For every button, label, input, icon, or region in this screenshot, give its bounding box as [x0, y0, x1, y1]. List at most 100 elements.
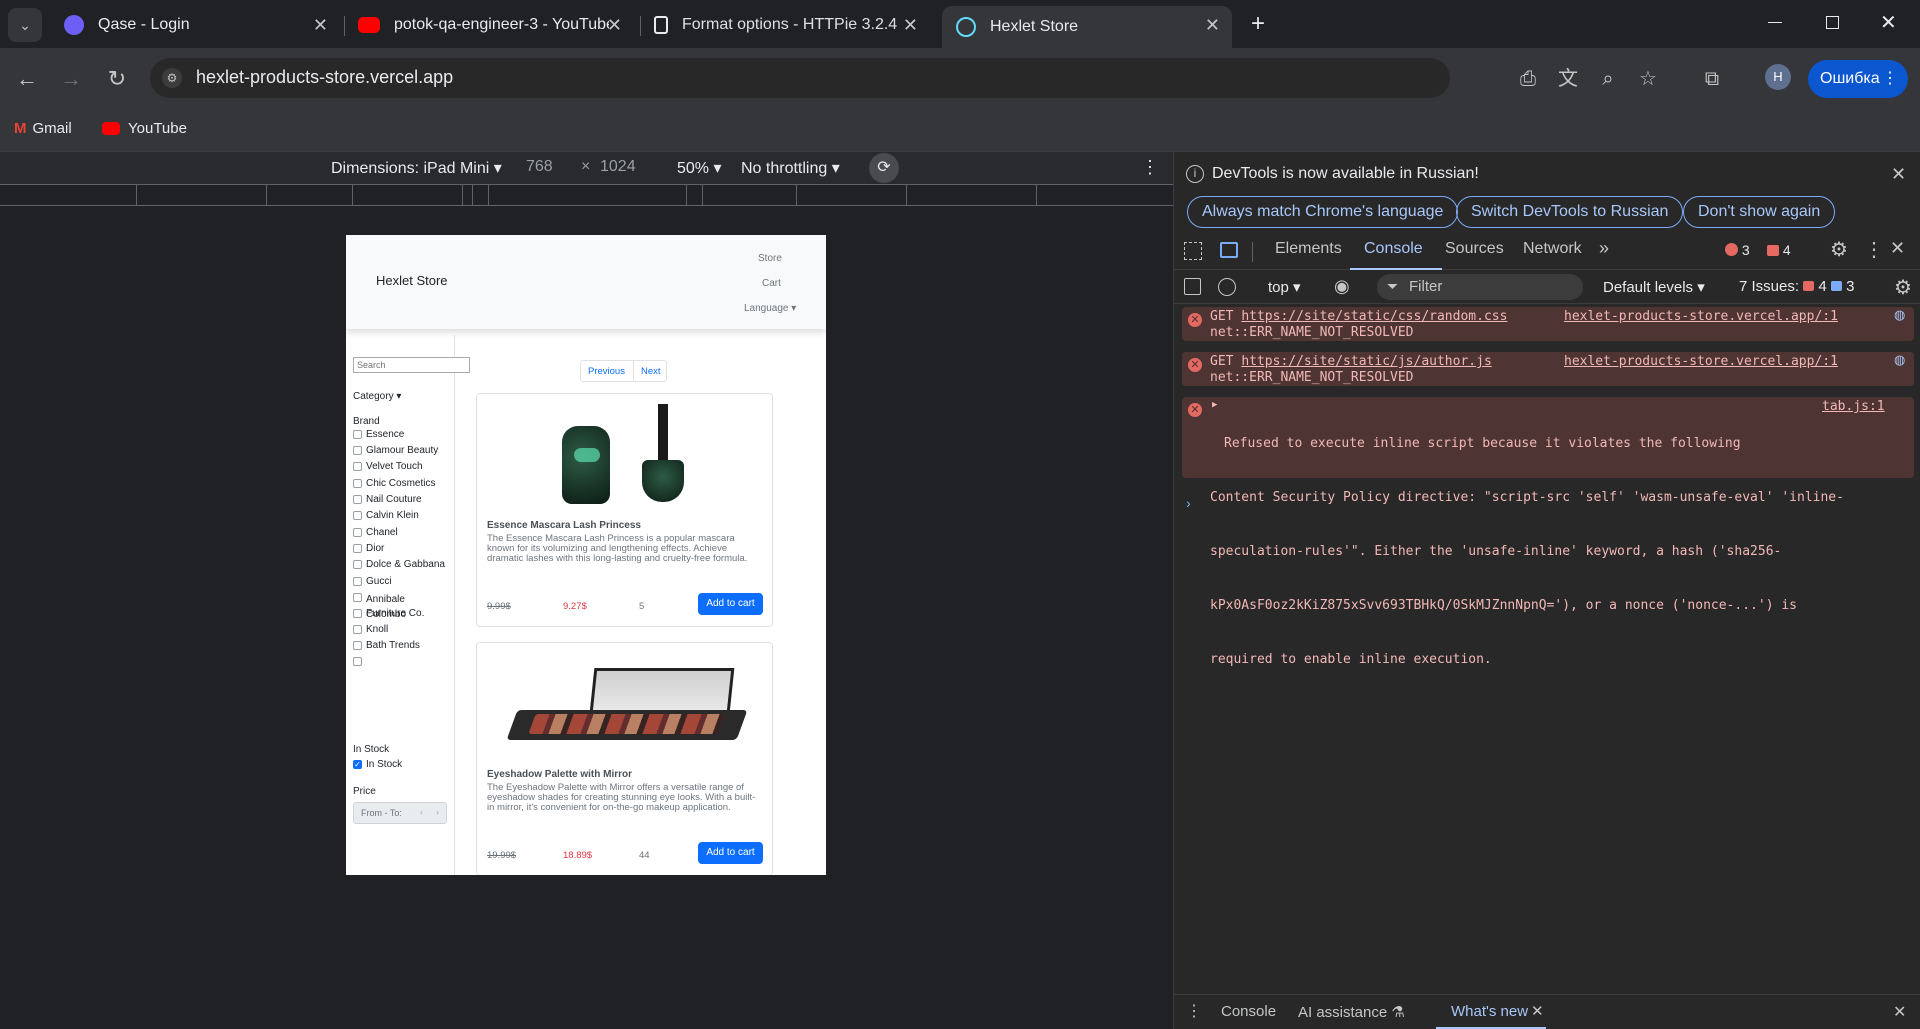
translate-icon[interactable]: 文: [1554, 65, 1582, 93]
zoom-icon[interactable]: ⌕: [1594, 65, 1622, 93]
error-button[interactable]: Ошибка ⋮: [1808, 60, 1908, 98]
window-close-button[interactable]: ✕: [1880, 10, 1897, 35]
add-to-cart-button[interactable]: Add to cart: [698, 842, 763, 864]
zoom-select[interactable]: 50% ▾: [677, 158, 722, 178]
source-link[interactable]: hexlet-products-store.vercel.app/:1: [1564, 309, 1838, 324]
bookmark-star-icon[interactable]: ☆: [1634, 65, 1662, 93]
clear-console-icon[interactable]: [1218, 278, 1236, 296]
brand-checkbox[interactable]: Dolce & Gabbana: [353, 559, 445, 570]
bookmark-youtube[interactable]: YouTube: [102, 120, 187, 137]
drawer-tab-whats-new[interactable]: What's new: [1451, 1003, 1528, 1020]
category-dropdown[interactable]: Category ▾: [353, 391, 401, 402]
dont-show-again-button[interactable]: Don't show again: [1683, 196, 1836, 228]
throttling-select[interactable]: No throttling ▾: [741, 158, 840, 178]
restore-button[interactable]: [1826, 16, 1839, 29]
sidebar-toggle-icon[interactable]: [1184, 278, 1201, 295]
live-expression-icon[interactable]: ◉: [1334, 276, 1350, 297]
brand-checkbox[interactable]: Furniture Co.: [353, 608, 424, 619]
brand-checkbox[interactable]: Velvet Touch: [353, 461, 423, 472]
more-vert-icon[interactable]: ⋮: [1141, 157, 1159, 178]
tab-console[interactable]: Console: [1364, 240, 1423, 258]
tab-youtube[interactable]: potok-qa-engineer-3 - YouTube ✕: [344, 6, 634, 44]
filter-input[interactable]: ⏷ Filter: [1377, 274, 1583, 300]
add-to-cart-button[interactable]: Add to cart: [698, 593, 763, 615]
console-prompt-icon[interactable]: ›: [1186, 495, 1191, 511]
height-input[interactable]: 1024: [600, 158, 636, 176]
site-info-icon[interactable]: ⚙: [162, 68, 182, 88]
device-toggle-icon[interactable]: [1220, 242, 1238, 258]
warning-count-badge[interactable]: 4: [1767, 242, 1791, 258]
nav-cart-link[interactable]: Cart: [762, 278, 781, 289]
close-icon[interactable]: ✕: [1891, 164, 1906, 185]
inspect-icon[interactable]: [1184, 242, 1202, 260]
close-drawer-icon[interactable]: ✕: [1893, 1002, 1906, 1022]
reload-button[interactable]: ↻: [100, 62, 134, 96]
levels-select[interactable]: Default levels ▾: [1603, 278, 1705, 296]
minimize-button[interactable]: [1768, 12, 1788, 32]
price-range-input[interactable]: From - To:: [361, 808, 402, 818]
in-stock-checkbox[interactable]: ✓ In Stock: [353, 759, 402, 770]
console-settings-icon[interactable]: ⚙: [1894, 275, 1912, 300]
source-link[interactable]: hexlet-products-store.vercel.app/:1: [1564, 354, 1838, 369]
close-icon[interactable]: ✕: [1890, 238, 1905, 259]
resource-link[interactable]: https://site/static/js/author.js: [1241, 354, 1491, 369]
close-icon[interactable]: ✕: [1205, 15, 1220, 36]
brand-checkbox[interactable]: Nail Couture: [353, 494, 422, 505]
back-button[interactable]: ←: [10, 62, 44, 96]
brand-checkbox[interactable]: [353, 656, 366, 667]
brand-checkbox[interactable]: Gucci: [353, 576, 392, 587]
more-vert-icon[interactable]: ⋮: [1864, 237, 1884, 262]
tab-qase[interactable]: Qase - Login ✕: [50, 6, 340, 44]
settings-icon[interactable]: ⚙: [1830, 237, 1848, 262]
price-next-icon[interactable]: ›: [436, 807, 439, 817]
resource-link[interactable]: https://site/static/css/random.css: [1241, 309, 1507, 324]
brand-checkbox[interactable]: Essence: [353, 429, 404, 440]
network-icon[interactable]: ◍: [1894, 353, 1905, 368]
search-input[interactable]: [353, 357, 470, 373]
avatar[interactable]: H: [1765, 64, 1791, 90]
next-page-button[interactable]: Next: [641, 366, 661, 377]
tab-hexlet-store[interactable]: Hexlet Store ✕: [942, 6, 1232, 48]
rotate-icon[interactable]: ⟳: [869, 153, 899, 183]
tab-elements[interactable]: Elements: [1275, 240, 1342, 258]
previous-page-button[interactable]: Previous: [588, 366, 625, 377]
brand-checkbox[interactable]: Knoll: [353, 624, 388, 635]
close-icon[interactable]: ✕: [903, 15, 918, 36]
new-tab-button[interactable]: +: [1244, 10, 1272, 38]
close-icon[interactable]: ✕: [313, 15, 328, 36]
more-vert-icon[interactable]: ⋮: [1186, 1001, 1202, 1021]
brand-checkbox[interactable]: Calvin Klein: [353, 510, 419, 521]
more-tabs-icon[interactable]: »: [1599, 238, 1609, 259]
brand-checkbox[interactable]: Chanel: [353, 527, 398, 538]
brand-checkbox[interactable]: Dior: [353, 543, 384, 554]
store-brand[interactable]: Hexlet Store: [376, 273, 448, 288]
context-select[interactable]: top ▾: [1268, 278, 1301, 296]
switch-to-russian-button[interactable]: Switch DevTools to Russian: [1456, 196, 1684, 228]
forward-button[interactable]: →: [54, 62, 88, 96]
dimensions-select[interactable]: Dimensions: iPad Mini ▾: [331, 158, 502, 178]
tab-network[interactable]: Network: [1523, 240, 1582, 258]
tab-sources[interactable]: Sources: [1445, 240, 1504, 258]
drawer-tab-console[interactable]: Console: [1221, 1003, 1276, 1020]
brand-checkbox[interactable]: Bath Trends: [353, 640, 420, 651]
source-link[interactable]: tab.js:1: [1822, 399, 1885, 414]
nav-store-link[interactable]: Store: [758, 253, 782, 264]
address-bar[interactable]: ⚙ hexlet-products-store.vercel.app: [150, 58, 1450, 98]
extensions-icon[interactable]: ⧉: [1698, 65, 1726, 93]
tab-httpie[interactable]: Format options - HTTPie 3.2.4 (l ✕: [640, 6, 930, 44]
bookmark-gmail[interactable]: M Gmail: [14, 120, 72, 137]
drawer-tab-ai-assistance[interactable]: AI assistance ⚗: [1298, 1003, 1405, 1021]
close-icon[interactable]: ✕: [1531, 1002, 1544, 1020]
install-app-icon[interactable]: ⎙: [1514, 65, 1542, 93]
tab-search-button[interactable]: ⌄: [8, 8, 42, 42]
brand-checkbox[interactable]: Chic Cosmetics: [353, 478, 435, 489]
width-input[interactable]: 768: [526, 158, 553, 176]
nav-language-dropdown[interactable]: Language ▾: [744, 303, 796, 314]
match-language-button[interactable]: Always match Chrome's language: [1187, 196, 1459, 228]
price-prev-icon[interactable]: ‹: [420, 807, 423, 817]
error-count-badge[interactable]: 3: [1725, 242, 1750, 258]
issues-button[interactable]: 7 Issues: 4 3: [1739, 278, 1854, 295]
network-icon[interactable]: ◍: [1894, 308, 1905, 323]
close-icon[interactable]: ✕: [607, 15, 622, 36]
brand-checkbox[interactable]: Glamour Beauty: [353, 445, 438, 456]
